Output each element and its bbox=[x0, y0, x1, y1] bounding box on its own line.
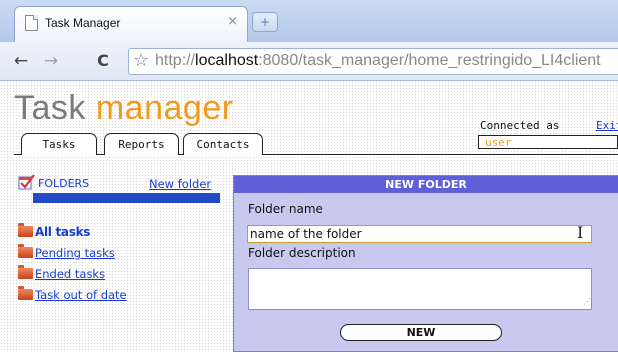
folder-description-textarea[interactable] bbox=[248, 268, 592, 310]
resize-handle-icon[interactable]: ⋰ bbox=[583, 297, 616, 350]
folders-divider-bar bbox=[33, 193, 220, 203]
folder-icon bbox=[18, 286, 33, 300]
folder-name-label: Folder name bbox=[248, 202, 323, 216]
text-cursor-icon: I bbox=[577, 223, 584, 242]
folder-name-input[interactable] bbox=[247, 225, 592, 243]
folder-label[interactable]: Ended tasks bbox=[35, 267, 105, 281]
close-icon[interactable]: × bbox=[227, 14, 238, 29]
folder-label[interactable]: Pending tasks bbox=[35, 246, 115, 260]
folder-description-label: Folder description bbox=[248, 246, 356, 260]
app-logo: Task manager bbox=[14, 91, 234, 125]
folder-item-all-tasks[interactable]: All tasks bbox=[18, 223, 90, 241]
url-path: :8080/task_manager/home_restringido_LI4c… bbox=[258, 52, 601, 69]
folder-label[interactable]: All tasks bbox=[35, 225, 90, 239]
logo-text-task: Task bbox=[14, 89, 96, 127]
url-text: http://localhost:8080/task_manager/home_… bbox=[155, 52, 601, 70]
browser-tabstrip: Task Manager × + bbox=[0, 0, 618, 43]
folders-title: FOLDERS bbox=[38, 177, 90, 190]
new-tab-button[interactable]: + bbox=[252, 12, 278, 32]
folder-item-task-out-of-date[interactable]: Task out of date bbox=[18, 286, 127, 304]
star-icon[interactable]: ☆ bbox=[133, 50, 149, 71]
tab-reports[interactable]: Reports bbox=[104, 133, 179, 155]
forward-icon[interactable]: → bbox=[40, 50, 62, 72]
new-folder-submit-button[interactable]: NEW bbox=[340, 324, 502, 341]
address-bar[interactable]: ☆ http://localhost:8080/task_manager/hom… bbox=[128, 48, 618, 75]
tab-title: Task Manager bbox=[45, 16, 121, 30]
back-icon[interactable]: ← bbox=[10, 50, 32, 72]
panel-title: NEW FOLDER bbox=[234, 176, 618, 193]
folders-checklist-icon bbox=[18, 174, 35, 190]
logo-text-manager: manager bbox=[95, 89, 234, 127]
tab-tasks[interactable]: Tasks bbox=[21, 133, 97, 155]
tab-contacts[interactable]: Contacts bbox=[183, 133, 263, 155]
page-icon bbox=[25, 15, 38, 31]
new-folder-link[interactable]: New folder bbox=[149, 177, 211, 191]
folder-label[interactable]: Task out of date bbox=[35, 288, 127, 302]
folder-icon bbox=[18, 244, 33, 258]
folder-item-pending-tasks[interactable]: Pending tasks bbox=[18, 244, 115, 262]
browser-tab[interactable]: Task Manager × bbox=[14, 6, 248, 43]
folder-item-ended-tasks[interactable]: Ended tasks bbox=[18, 265, 105, 283]
url-scheme: http:// bbox=[155, 52, 196, 69]
folder-icon bbox=[18, 223, 33, 237]
folder-icon bbox=[18, 265, 33, 279]
browser-toolbar: ← → C ☆ http://localhost:8080/task_manag… bbox=[0, 42, 618, 81]
reload-icon[interactable]: C bbox=[92, 50, 114, 72]
url-host: localhost bbox=[195, 52, 259, 69]
new-folder-panel: NEW FOLDER Folder name I Folder descript… bbox=[233, 175, 618, 352]
page: Task manager Connected as Exit user Task… bbox=[0, 81, 618, 352]
main-tabs: Tasks Reports Contacts bbox=[14, 130, 618, 155]
